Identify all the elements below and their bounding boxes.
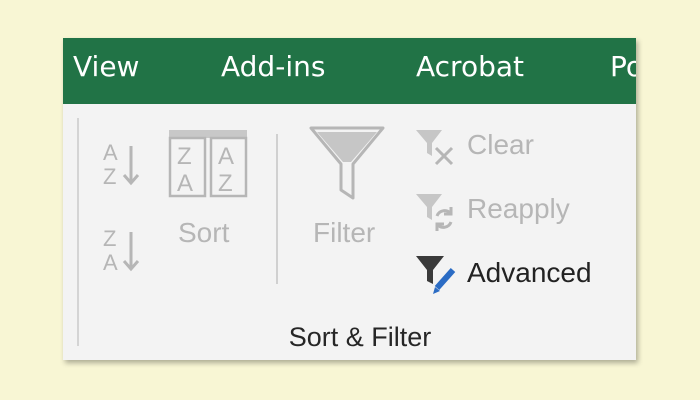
sort-a-to-z-icon: A Z [103,140,140,189]
sort-and-filter-group-label: Sort & Filter [288,322,432,352]
tab-add-ins[interactable]: Add-ins [221,50,325,84]
sort-az-bottom-letter: Z [103,164,116,189]
tab-power-pivot[interactable]: Po [610,50,636,84]
sort-grid-letter-2: A [218,143,234,170]
excel-ribbon: View Add-ins Acrobat Po A Z Z A Z A A Z … [63,38,636,360]
sort-za-bottom-letter: A [103,250,118,275]
sort-grid-letter-1: Z [177,143,192,170]
sort-za-top-letter: Z [103,226,116,251]
reapply-filter-button[interactable]: Reapply [413,190,603,232]
filter-button[interactable]: Filter [303,124,393,268]
tab-acrobat[interactable]: Acrobat [416,50,524,84]
reapply-filter-label: Reapply [467,193,570,224]
sort-az-top-letter: A [103,140,118,165]
clear-filter-button[interactable]: Clear [413,126,603,168]
advanced-filter-icon [416,256,456,294]
filter-button-label: Filter [313,217,376,248]
sort-z-to-a-button[interactable]: Z A [99,224,147,276]
advanced-filter-button[interactable]: Advanced [413,252,623,296]
clear-filter-icon [416,130,454,166]
sort-button[interactable]: Z A A Z Sort [163,128,263,268]
advanced-filter-label: Advanced [467,257,592,288]
tab-view[interactable]: View [73,50,139,84]
sort-z-to-a-icon: Z A [103,226,140,275]
funnel-icon [309,126,385,200]
clear-filter-label: Clear [467,129,534,160]
sort-a-to-z-button[interactable]: A Z [99,138,147,190]
sort-grid-letter-4: Z [218,170,233,197]
reapply-filter-icon [416,194,453,231]
sort-dialog-icon: Z A A Z [168,130,248,198]
sort-button-label: Sort [178,217,230,248]
ribbon-group-divider [77,118,79,346]
sort-grid-letter-3: A [177,170,193,197]
ribbon-tab-bar: View Add-ins Acrobat Po [63,38,636,104]
vertical-separator [276,134,278,284]
